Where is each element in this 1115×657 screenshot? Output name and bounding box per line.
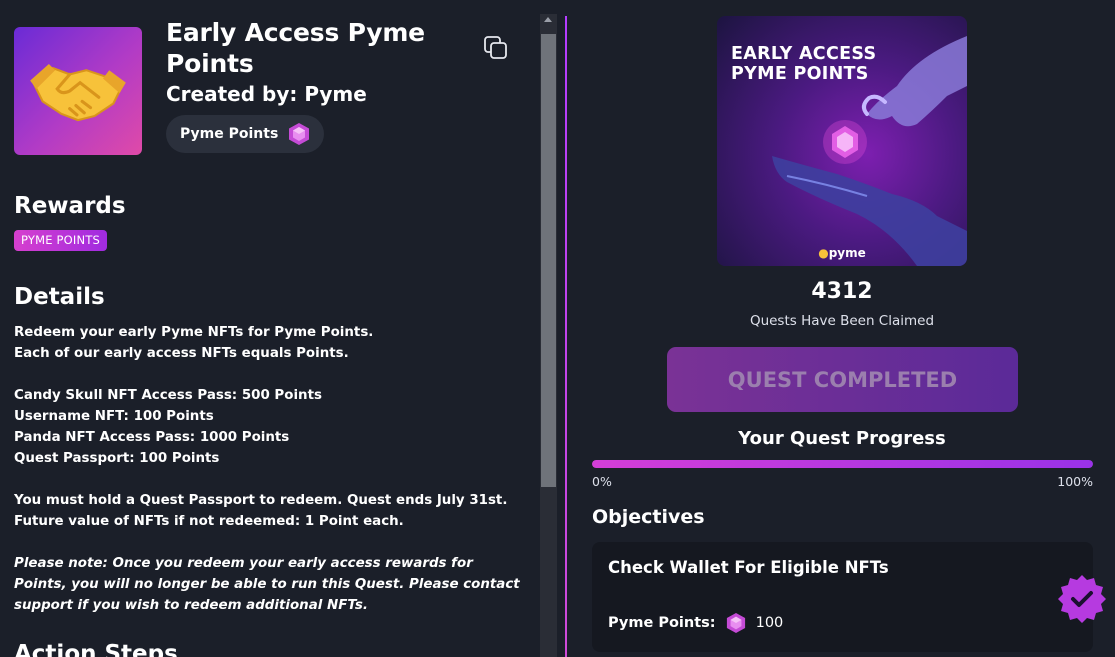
quest-poster-image: EARLY ACCESS PYME POINTS ●pyme — [717, 16, 967, 266]
poster-title-line: EARLY ACCESS — [731, 44, 877, 64]
objective-reward-value: 100 — [755, 615, 784, 631]
poster-brand: ●pyme — [717, 246, 967, 260]
copy-icon[interactable] — [483, 35, 509, 61]
progress-min-label: 0% — [592, 474, 612, 489]
quest-title: Early Access Pyme Points — [166, 18, 425, 78]
objective-card[interactable]: Check Wallet For Eligible NFTs Pyme Poin… — [592, 542, 1093, 652]
details-line: Future value of NFTs if not redeemed: 1 … — [14, 514, 404, 529]
poster-title-line: PYME POINTS — [731, 64, 869, 84]
gem-icon — [726, 613, 745, 633]
details-line: Redeem your early Pyme NFTs for Pyme Poi… — [14, 325, 374, 340]
objective-title: Check Wallet For Eligible NFTs — [608, 558, 889, 577]
poster-title: EARLY ACCESS PYME POINTS — [731, 44, 876, 84]
rewards-heading: Rewards — [14, 193, 126, 219]
gem-icon — [289, 123, 310, 145]
details-line: Quest Passport: 100 Points — [14, 451, 220, 466]
details-line: Candy Skull NFT Access Pass: 500 Points — [14, 388, 322, 403]
action-steps-heading: Action Steps — [14, 641, 178, 657]
details-line: Each of our early access NFTs equals Poi… — [14, 346, 349, 361]
progress-bar-fill — [592, 460, 1093, 468]
quest-thumbnail — [14, 27, 142, 155]
details-body: Redeem your early Pyme NFTs for Pyme Poi… — [14, 322, 529, 616]
objectives-heading: Objectives — [592, 506, 705, 528]
poster-brand-text: pyme — [828, 246, 866, 260]
scroll-up-arrow-icon[interactable] — [544, 17, 552, 22]
scrollbar-thumb[interactable] — [541, 34, 556, 487]
points-chip-label: Pyme Points — [180, 126, 279, 142]
progress-title: Your Quest Progress — [738, 428, 946, 449]
check-badge-icon — [1056, 573, 1108, 625]
quest-creator: Created by: Pyme — [166, 82, 367, 106]
handshake-logo-icon: ● — [818, 246, 829, 260]
objective-reward: Pyme Points: 100 — [608, 612, 783, 634]
details-line: Panda NFT Access Pass: 1000 Points — [14, 430, 290, 445]
quest-completed-button[interactable]: QUEST COMPLETED — [667, 347, 1018, 412]
objective-reward-label: Pyme Points: — [608, 615, 716, 631]
details-line: You must hold a Quest Passport to redeem… — [14, 493, 508, 508]
left-pane-scrollbar[interactable] — [540, 14, 557, 657]
progress-bar — [592, 460, 1093, 468]
progress-max-label: 100% — [1057, 474, 1093, 489]
reward-tag: PYME POINTS — [14, 230, 108, 251]
points-chip[interactable]: Pyme Points — [166, 115, 325, 153]
details-note: Please note: Once you redeem your early … — [14, 556, 520, 613]
quest-details-pane: Early Access Pyme Points Created by: Pym… — [0, 0, 540, 657]
claim-label: Quests Have Been Claimed — [749, 313, 935, 329]
handshake-icon — [30, 63, 126, 122]
claim-count: 4312 — [811, 279, 873, 304]
pane-divider — [565, 16, 567, 657]
details-heading: Details — [14, 284, 105, 310]
details-line: Username NFT: 100 Points — [14, 409, 214, 424]
